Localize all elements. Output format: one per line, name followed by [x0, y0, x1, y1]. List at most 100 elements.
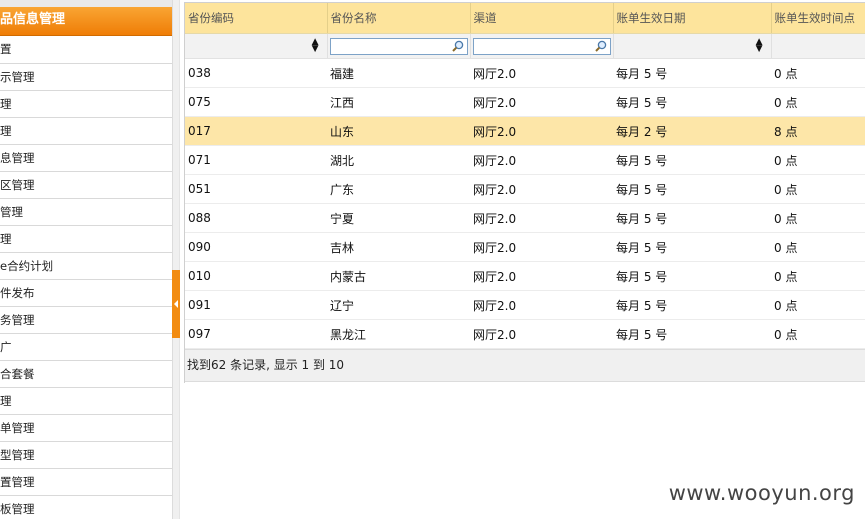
cell-channel: 网厅2.0 [470, 203, 613, 233]
sidebar-item[interactable]: 置管理 [0, 469, 172, 496]
sidebar-item[interactable]: 理 [0, 118, 172, 145]
cell-channel: 网厅2.0 [470, 290, 613, 320]
sidebar-item[interactable]: 板管理 [0, 496, 172, 519]
cell-channel: 网厅2.0 [470, 58, 613, 88]
cell-channel: 网厅2.0 [470, 261, 613, 291]
table-row[interactable]: 088 宁夏 网厅2.0 每月 5 号0 点 [185, 203, 865, 233]
cell-bill-date: 每月 5 号 [613, 87, 771, 117]
sidebar-item[interactable]: 管理 [0, 199, 172, 226]
cell-channel: 网厅2.0 [470, 145, 613, 175]
sidebar-item[interactable]: 单管理 [0, 415, 172, 442]
cell-province-name: 黑龙江 [327, 319, 470, 349]
filter-cell: ▲ ▼ [613, 33, 772, 59]
column-header-channel[interactable]: 渠道 [470, 3, 614, 34]
sidebar-item[interactable]: 息管理 [0, 145, 172, 172]
sidebar-item[interactable]: e合约计划 [0, 253, 172, 280]
sidebar-section-header[interactable]: 品信息管理 [0, 7, 172, 36]
cell-province-code: 090 [185, 232, 327, 262]
sidebar-menu: 置 示管理 理 理 息管理 区管理 管理 理 e合约计划 件发布 务管理 广 合… [0, 36, 172, 519]
table-row[interactable]: 091 辽宁 网厅2.0 每月 5 号0 点 [185, 290, 865, 320]
updown-arrows-icon: ▲ ▼ [755, 37, 763, 54]
cell-bill-date: 每月 2 号 [613, 116, 771, 146]
cell-bill-date: 每月 5 号 [613, 290, 771, 320]
watermark: www.wooyun.org [668, 481, 855, 505]
cell-province-name: 湖北 [327, 145, 470, 175]
table-row[interactable]: 075 江西 网厅2.0 每月 5 号0 点 [185, 87, 865, 117]
collapse-left-icon[interactable] [172, 270, 180, 338]
sidebar-item[interactable]: 型管理 [0, 442, 172, 469]
province-code-filter-select[interactable]: ▲ ▼ [187, 37, 325, 55]
cell-bill-hour: 0 点 [771, 145, 865, 175]
cell-bill-hour: 0 点 [771, 261, 865, 291]
magnifier-icon[interactable] [451, 40, 464, 52]
channel-filter-input[interactable] [472, 37, 611, 55]
sidebar-splitter[interactable] [172, 0, 180, 519]
cell-province-code: 091 [185, 290, 327, 320]
cell-channel: 网厅2.0 [470, 319, 613, 349]
bill-date-filter-select[interactable]: ▲ ▼ [616, 37, 769, 55]
sidebar: 品信息管理 置 示管理 理 理 息管理 区管理 管理 理 e合约计划 件发布 务… [0, 0, 172, 519]
table-row[interactable]: 097 黑龙江 网厅2.0 每月 5 号0 点 [185, 319, 865, 349]
cell-bill-hour: 8 点 [771, 116, 865, 146]
cell-bill-hour: 0 点 [771, 232, 865, 262]
sidebar-item[interactable]: 理 [0, 388, 172, 415]
sidebar-item[interactable]: 置 [0, 36, 172, 64]
cell-channel: 网厅2.0 [470, 232, 613, 262]
cell-province-name: 吉林 [327, 232, 470, 262]
header-row: 省份编码 省份名称 渠道 账单生效日期 账单生效时间点 [185, 3, 865, 34]
cell-province-name: 江西 [327, 87, 470, 117]
cell-province-code: 097 [185, 319, 327, 349]
table-row[interactable]: 071 湖北 网厅2.0 每月 5 号0 点 [185, 145, 865, 175]
cell-province-code: 017 [185, 116, 327, 146]
table-row[interactable]: 038 福建 网厅2.0 每月 5 号0 点 [185, 58, 865, 88]
cell-bill-hour: 0 点 [771, 290, 865, 320]
column-header-province-name[interactable]: 省份名称 [327, 3, 471, 34]
table-row[interactable]: 017 山东 网厅2.0 每月 2 号8 点 [185, 116, 865, 146]
bill-hour-filter-select[interactable] [774, 37, 865, 55]
filter-cell: ▲ ▼ [185, 33, 328, 59]
column-header-province-code[interactable]: 省份编码 [185, 3, 328, 34]
updown-arrows-icon: ▲ ▼ [311, 37, 319, 54]
cell-bill-date: 每月 5 号 [613, 58, 771, 88]
table-row[interactable]: 090 吉林 网厅2.0 每月 5 号0 点 [185, 232, 865, 262]
table-row[interactable]: 051 广东 网厅2.0 每月 5 号0 点 [185, 174, 865, 204]
sidebar-item[interactable]: 理 [0, 226, 172, 253]
sidebar-item[interactable]: 理 [0, 91, 172, 118]
sidebar-item[interactable]: 广 [0, 334, 172, 361]
cell-province-name: 辽宁 [327, 290, 470, 320]
cell-province-name: 福建 [327, 58, 470, 88]
cell-channel: 网厅2.0 [470, 87, 613, 117]
cell-channel: 网厅2.0 [470, 116, 613, 146]
cell-province-code: 038 [185, 58, 327, 88]
pager-status: 找到62 条记录, 显示 1 到 10 [185, 349, 865, 382]
magnifier-icon[interactable] [594, 40, 607, 52]
grid-table: 省份编码 省份名称 渠道 账单生效日期 账单生效时间点 ▲ ▼ ▲ ▼ 038 … [185, 3, 865, 349]
cell-province-name: 宁夏 [327, 203, 470, 233]
cell-bill-date: 每月 5 号 [613, 319, 771, 349]
cell-bill-hour: 0 点 [771, 319, 865, 349]
sidebar-item[interactable]: 区管理 [0, 172, 172, 199]
sidebar-item[interactable]: 务管理 [0, 307, 172, 334]
grid-body: 038 福建 网厅2.0 每月 5 号0 点 075 江西 网厅2.0 每月 5 号0 点 01… [185, 58, 865, 349]
cell-province-code: 075 [185, 87, 327, 117]
filter-cell [327, 33, 471, 59]
cell-province-name: 内蒙古 [327, 261, 470, 291]
cell-bill-hour: 0 点 [771, 58, 865, 88]
column-header-bill-effective-hour[interactable]: 账单生效时间点 [771, 3, 865, 34]
cell-bill-hour: 0 点 [771, 203, 865, 233]
cell-bill-hour: 0 点 [771, 174, 865, 204]
province-name-filter-input[interactable] [329, 37, 468, 55]
column-header-bill-effective-date[interactable]: 账单生效日期 [613, 3, 772, 34]
cell-province-code: 071 [185, 145, 327, 175]
sidebar-item[interactable]: 示管理 [0, 64, 172, 91]
app-root: 品信息管理 置 示管理 理 理 息管理 区管理 管理 理 e合约计划 件发布 务… [0, 0, 865, 519]
cell-bill-date: 每月 5 号 [613, 203, 771, 233]
table-row[interactable]: 010 内蒙古 网厅2.0 每月 5 号0 点 [185, 261, 865, 291]
cell-bill-date: 每月 5 号 [613, 232, 771, 262]
filter-cell [771, 33, 865, 59]
filter-row: ▲ ▼ ▲ ▼ [185, 33, 865, 59]
sidebar-item[interactable]: 件发布 [0, 280, 172, 307]
filter-cell [470, 33, 614, 59]
cell-channel: 网厅2.0 [470, 174, 613, 204]
sidebar-item[interactable]: 合套餐 [0, 361, 172, 388]
